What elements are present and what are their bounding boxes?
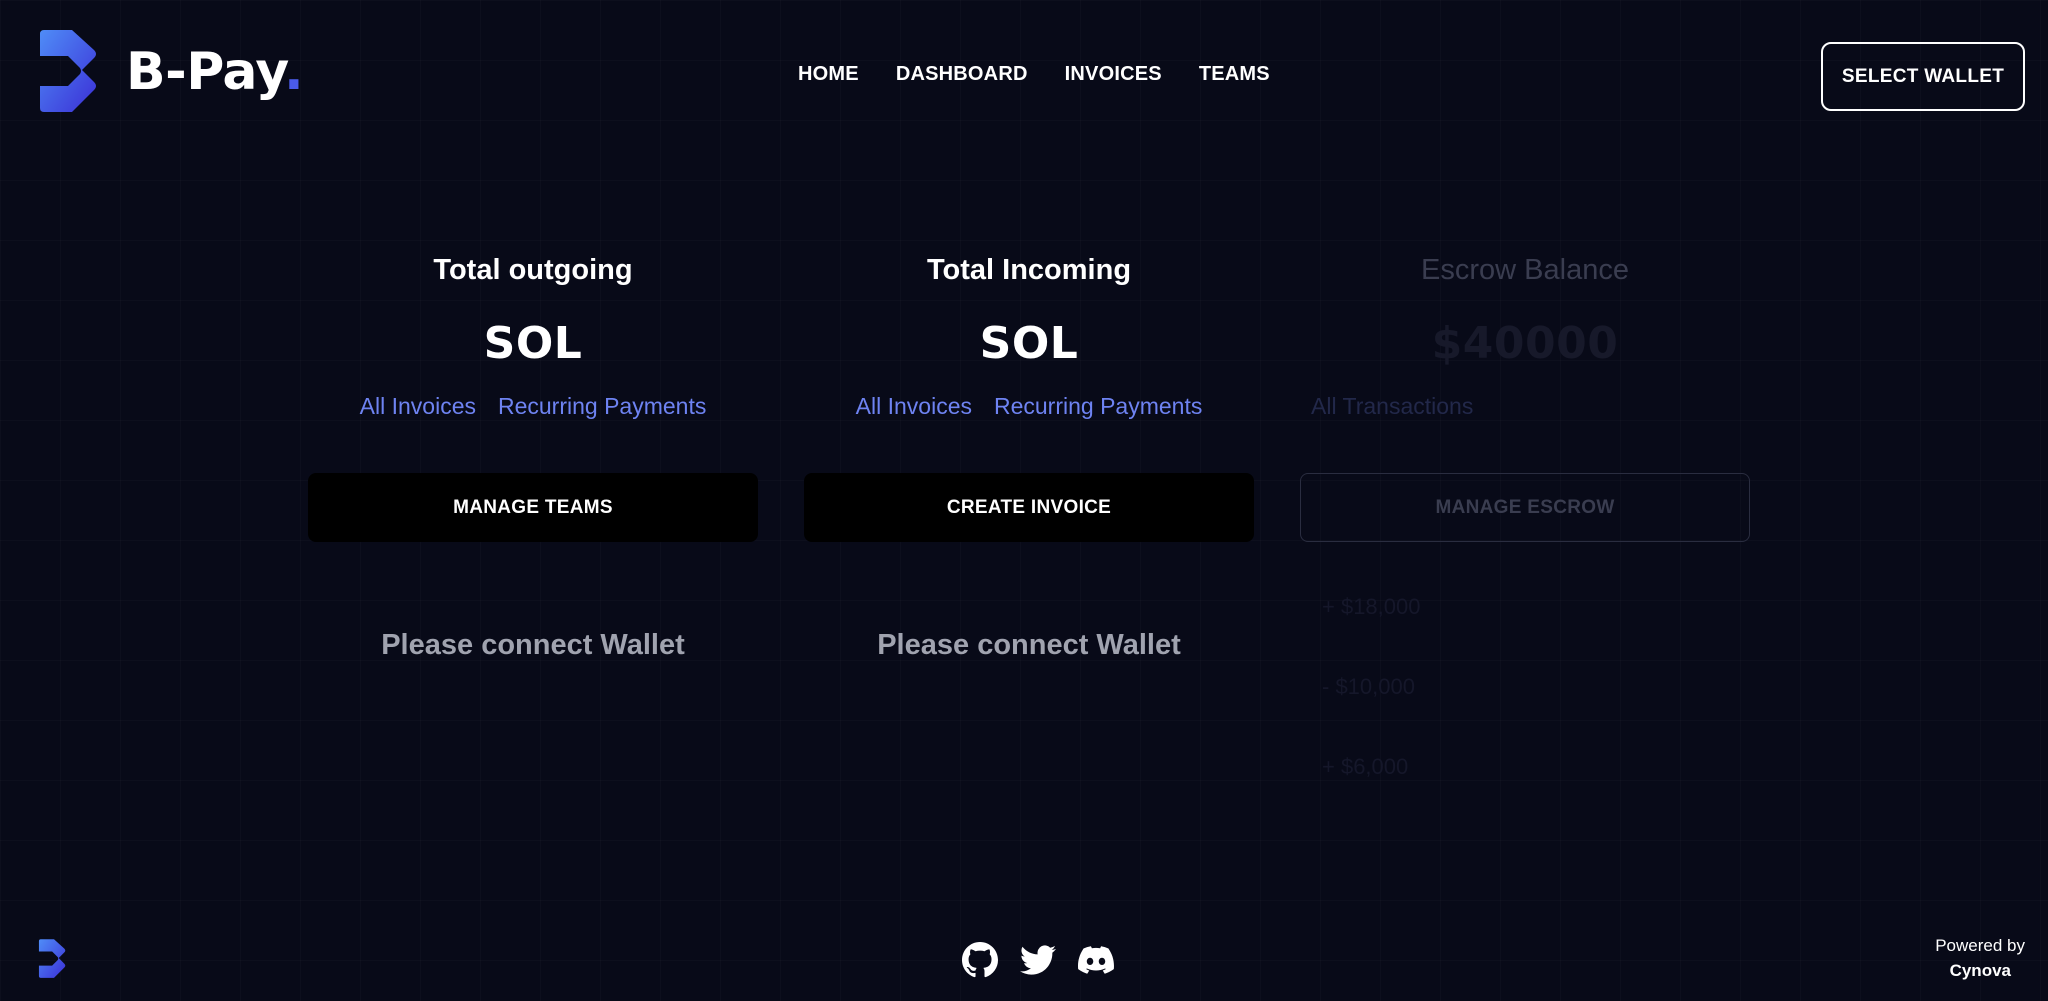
brand-dot: . [284,42,304,102]
footer-logo-icon[interactable] [38,939,70,979]
transaction-item: + $18,000 [1322,594,1421,619]
total-incoming-card: Total Incoming SOL All Invoices Recurrin… [804,250,1254,662]
all-invoices-link[interactable]: All Invoices [360,393,476,420]
main-nav: HOME DASHBOARD INVOICES TEAMS [798,63,1270,86]
powered-by-name[interactable]: Cynova [1935,958,2025,984]
manage-teams-button[interactable]: MANAGE TEAMS [308,473,758,542]
nav-teams[interactable]: TEAMS [1199,63,1270,86]
transaction-item: + $6,000 [1322,754,1409,779]
header: B-Pay. HOME DASHBOARD INVOICES TEAMS SEL… [0,0,2048,150]
social-links [962,942,1114,978]
nav-home[interactable]: HOME [798,63,859,86]
logo[interactable]: B-Pay. [38,30,304,114]
nav-invoices[interactable]: INVOICES [1065,63,1162,86]
card-title: Total Incoming [926,254,1132,286]
powered-by: Powered by Cynova [1935,934,2025,984]
escrow-balance-card: Escrow Balance $40000 All Transactions M… [1300,250,1750,832]
all-invoices-link[interactable]: All Invoices [856,393,972,420]
brand-name: B-Pay. [126,42,304,102]
card-links: All Invoices Recurring Payments [804,386,1254,426]
card-links: All Transactions [1300,386,1750,426]
transaction-item: - $10,000 [1322,674,1415,699]
card-title: Escrow Balance [1421,254,1629,286]
manage-escrow-button[interactable]: MANAGE ESCROW [1300,473,1750,542]
total-outgoing-card: Total outgoing SOL All Invoices Recurrin… [308,250,758,662]
card-title: Total outgoing [433,254,633,286]
transaction-list: + $18,000 - $10,000 + $6,000 [1300,592,1750,832]
card-amount: $40000 [1431,318,1619,369]
recurring-payments-link[interactable]: Recurring Payments [498,393,706,420]
connect-wallet-message: Please connect Wallet [877,629,1181,661]
card-links: All Invoices Recurring Payments [308,386,758,426]
select-wallet-button[interactable]: SELECT WALLET [1821,42,2025,111]
twitter-icon[interactable] [1020,942,1056,978]
connect-wallet-message: Please connect Wallet [381,629,685,661]
discord-icon[interactable] [1078,942,1114,978]
nav-dashboard[interactable]: DASHBOARD [896,63,1028,86]
powered-by-label: Powered by [1935,936,2025,955]
github-icon[interactable] [962,942,998,978]
card-amount: SOL [483,318,583,369]
b-pay-logo-icon [38,30,106,114]
create-invoice-button[interactable]: CREATE INVOICE [804,473,1254,542]
all-transactions-link[interactable]: All Transactions [1311,393,1473,420]
card-amount: SOL [979,318,1079,369]
recurring-payments-link[interactable]: Recurring Payments [994,393,1202,420]
